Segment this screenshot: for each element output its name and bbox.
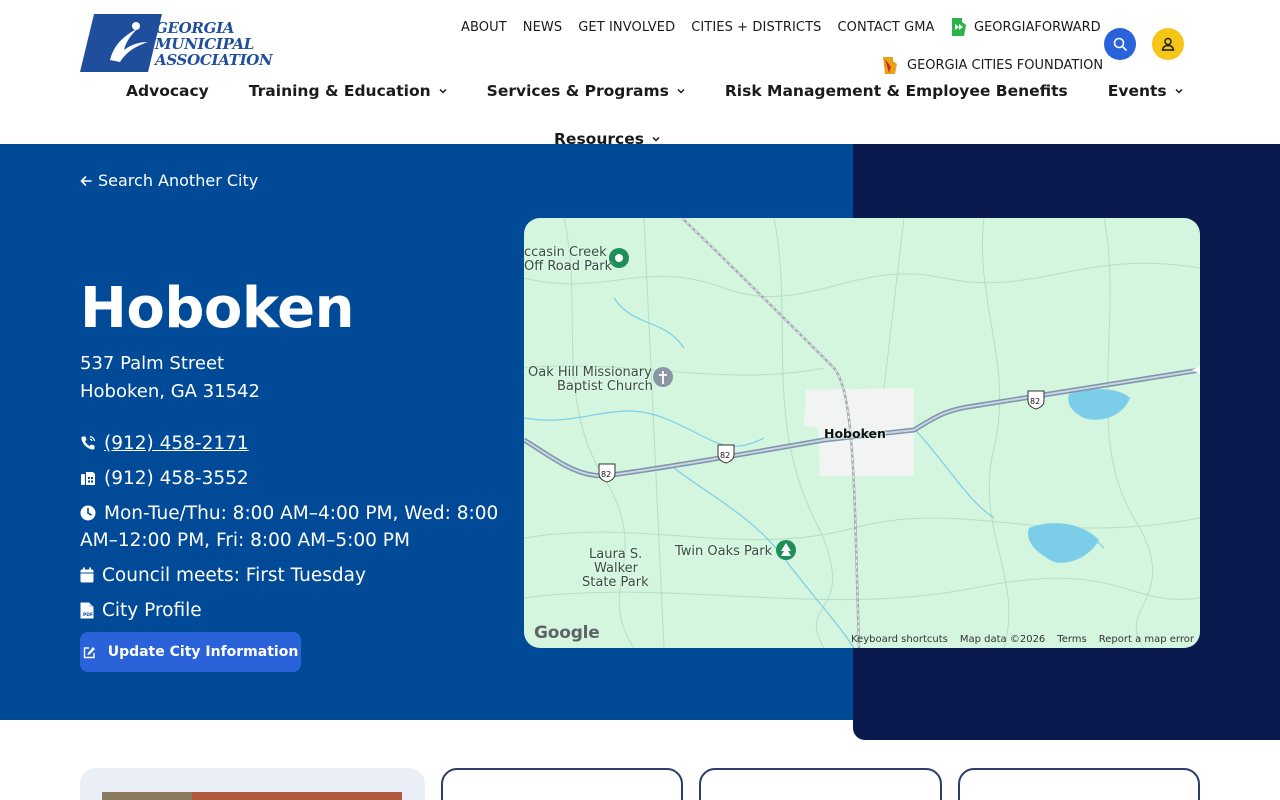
search-another-city-link[interactable]: Search Another City [80, 171, 258, 190]
fax-row: (912) 458-3552 [80, 465, 249, 492]
address-line-1: 537 Palm Street [80, 353, 225, 374]
route-label: 82 [1030, 397, 1041, 406]
user-icon [1161, 37, 1175, 51]
edit-icon [83, 646, 95, 658]
city-profile-label: City Profile [102, 600, 202, 621]
util-nav-news[interactable]: NEWS [523, 20, 562, 35]
fax-number: (912) 458-3552 [104, 468, 249, 489]
main-nav: Advocacy Training & Education Services &… [126, 82, 1183, 100]
city-name: Hoboken [80, 276, 354, 341]
georgia-forward-link[interactable]: GEORGIAFORWARD [950, 17, 1101, 37]
map-attribution: Keyboard shortcuts Map data ©2026 Terms … [851, 634, 1194, 645]
church-pin-icon [653, 367, 673, 387]
search-icon [1113, 37, 1127, 51]
terms-link[interactable]: Terms [1057, 634, 1086, 645]
search-button[interactable] [1104, 28, 1136, 60]
nav-risk-management[interactable]: Risk Management & Employee Benefits [725, 82, 1068, 100]
nav-risk-management-label: Risk Management & Employee Benefits [724, 82, 1068, 100]
georgia-cities-foundation-label: GEORGIA CITIES FOUNDATION [907, 57, 1104, 73]
georgia-cities-foundation-link[interactable]: GEORGIA CITIES FOUNDATION [881, 55, 1103, 75]
utility-nav: ABOUT NEWS GET INVOLVED CITIES + DISTRIC… [461, 20, 935, 35]
georgia-forward-label: GEORGIAFORWARD [974, 19, 1101, 35]
map-label-moccasin-2: Off Road Park [524, 259, 613, 274]
nav-training-education[interactable]: Training & Education [249, 82, 447, 100]
card-3[interactable] [699, 768, 942, 800]
update-city-info-label: Update City Information [107, 644, 299, 660]
gma-logo-mark-icon [80, 14, 162, 72]
chevron-down-icon [439, 88, 447, 94]
council-meets: Council meets: First Tuesday [102, 565, 366, 586]
map-label-laura-2: Walker [594, 561, 639, 576]
nav-advocacy[interactable]: Advocacy [126, 82, 209, 100]
city-map[interactable]: ccasin Creek Off Road Park Oak Hill Miss… [524, 218, 1200, 648]
map-label-laura-3: State Park [582, 575, 649, 590]
nav-training-education-label: Training & Education [248, 82, 431, 100]
map-label-hoboken: Hoboken [824, 426, 886, 441]
georgia-forward-icon [952, 18, 966, 36]
tree-pin-icon [776, 540, 796, 560]
google-logo: Google [534, 623, 600, 643]
logo-line-1: GEORGIA [155, 19, 235, 37]
address-line-2: Hoboken, GA 31542 [80, 381, 260, 402]
update-city-info-button[interactable]: Update City Information [80, 632, 301, 672]
phone-row: (912) 458-2171 [80, 430, 249, 457]
city-address: 537 Palm Street Hoboken, GA 31542 [80, 350, 260, 406]
hours-text: Mon-Tue/Thu: 8:00 AM–4:00 PM, Wed: 8:00 … [80, 503, 499, 551]
map-label-laura-1: Laura S. [589, 547, 643, 562]
chevron-down-icon [652, 136, 660, 142]
phone-link[interactable]: (912) 458-2171 [104, 430, 249, 457]
util-nav-contact[interactable]: CONTACT GMA [837, 20, 934, 35]
phone-icon [81, 435, 96, 450]
logo-text: GEORGIA MUNICIPAL ASSOCIATION [155, 19, 273, 69]
council-row: Council meets: First Tuesday [80, 562, 366, 589]
account-button[interactable] [1152, 28, 1184, 60]
chevron-down-icon [677, 88, 685, 94]
city-photo [102, 792, 402, 800]
report-map-error-link[interactable]: Report a map error [1099, 634, 1194, 645]
util-nav-about[interactable]: ABOUT [461, 20, 507, 35]
card-2[interactable] [441, 768, 683, 800]
nav-services-programs[interactable]: Services & Programs [487, 82, 685, 100]
logo-line-2: MUNICIPAL [155, 35, 255, 53]
nav-services-programs-label: Services & Programs [486, 82, 669, 100]
route-label: 82 [720, 451, 731, 460]
route-label: 82 [601, 470, 612, 479]
map-label-oakhill-1: Oak Hill Missionary [528, 365, 652, 380]
util-nav-cities-districts[interactable]: CITIES + DISTRICTS [691, 20, 821, 35]
chevron-down-icon [1175, 88, 1183, 94]
map-label-twin-oaks: Twin Oaks Park [675, 544, 773, 559]
calendar-icon [80, 567, 94, 583]
arrow-left-icon [80, 175, 92, 186]
svg-text:PDF: PDF [83, 612, 93, 618]
georgia-cities-foundation-icon [883, 57, 897, 74]
nav-advocacy-label: Advocacy [126, 82, 209, 100]
util-nav-get-involved[interactable]: GET INVOLVED [578, 20, 675, 35]
city-profile-row[interactable]: PDF City Profile [80, 597, 202, 624]
nav-events-label: Events [1107, 82, 1167, 100]
map-data-text: Map data ©2026 [959, 634, 1046, 645]
fax-icon [81, 472, 95, 485]
pdf-file-icon: PDF [80, 602, 94, 619]
keyboard-shortcuts-link[interactable]: Keyboard shortcuts [851, 634, 948, 645]
site-header: GEORGIA MUNICIPAL ASSOCIATION ABOUT NEWS… [0, 0, 1280, 148]
map-label-moccasin-1: ccasin Creek [524, 245, 607, 260]
map-label-oakhill-2: Baptist Church [557, 379, 653, 394]
card-featured[interactable] [80, 768, 425, 800]
logo-line-3: ASSOCIATION [155, 51, 273, 69]
search-another-city-label: Search Another City [98, 171, 259, 190]
gma-logo[interactable]: GEORGIA MUNICIPAL ASSOCIATION [80, 14, 273, 76]
nav-events[interactable]: Events [1108, 82, 1183, 100]
card-4[interactable] [958, 768, 1200, 800]
